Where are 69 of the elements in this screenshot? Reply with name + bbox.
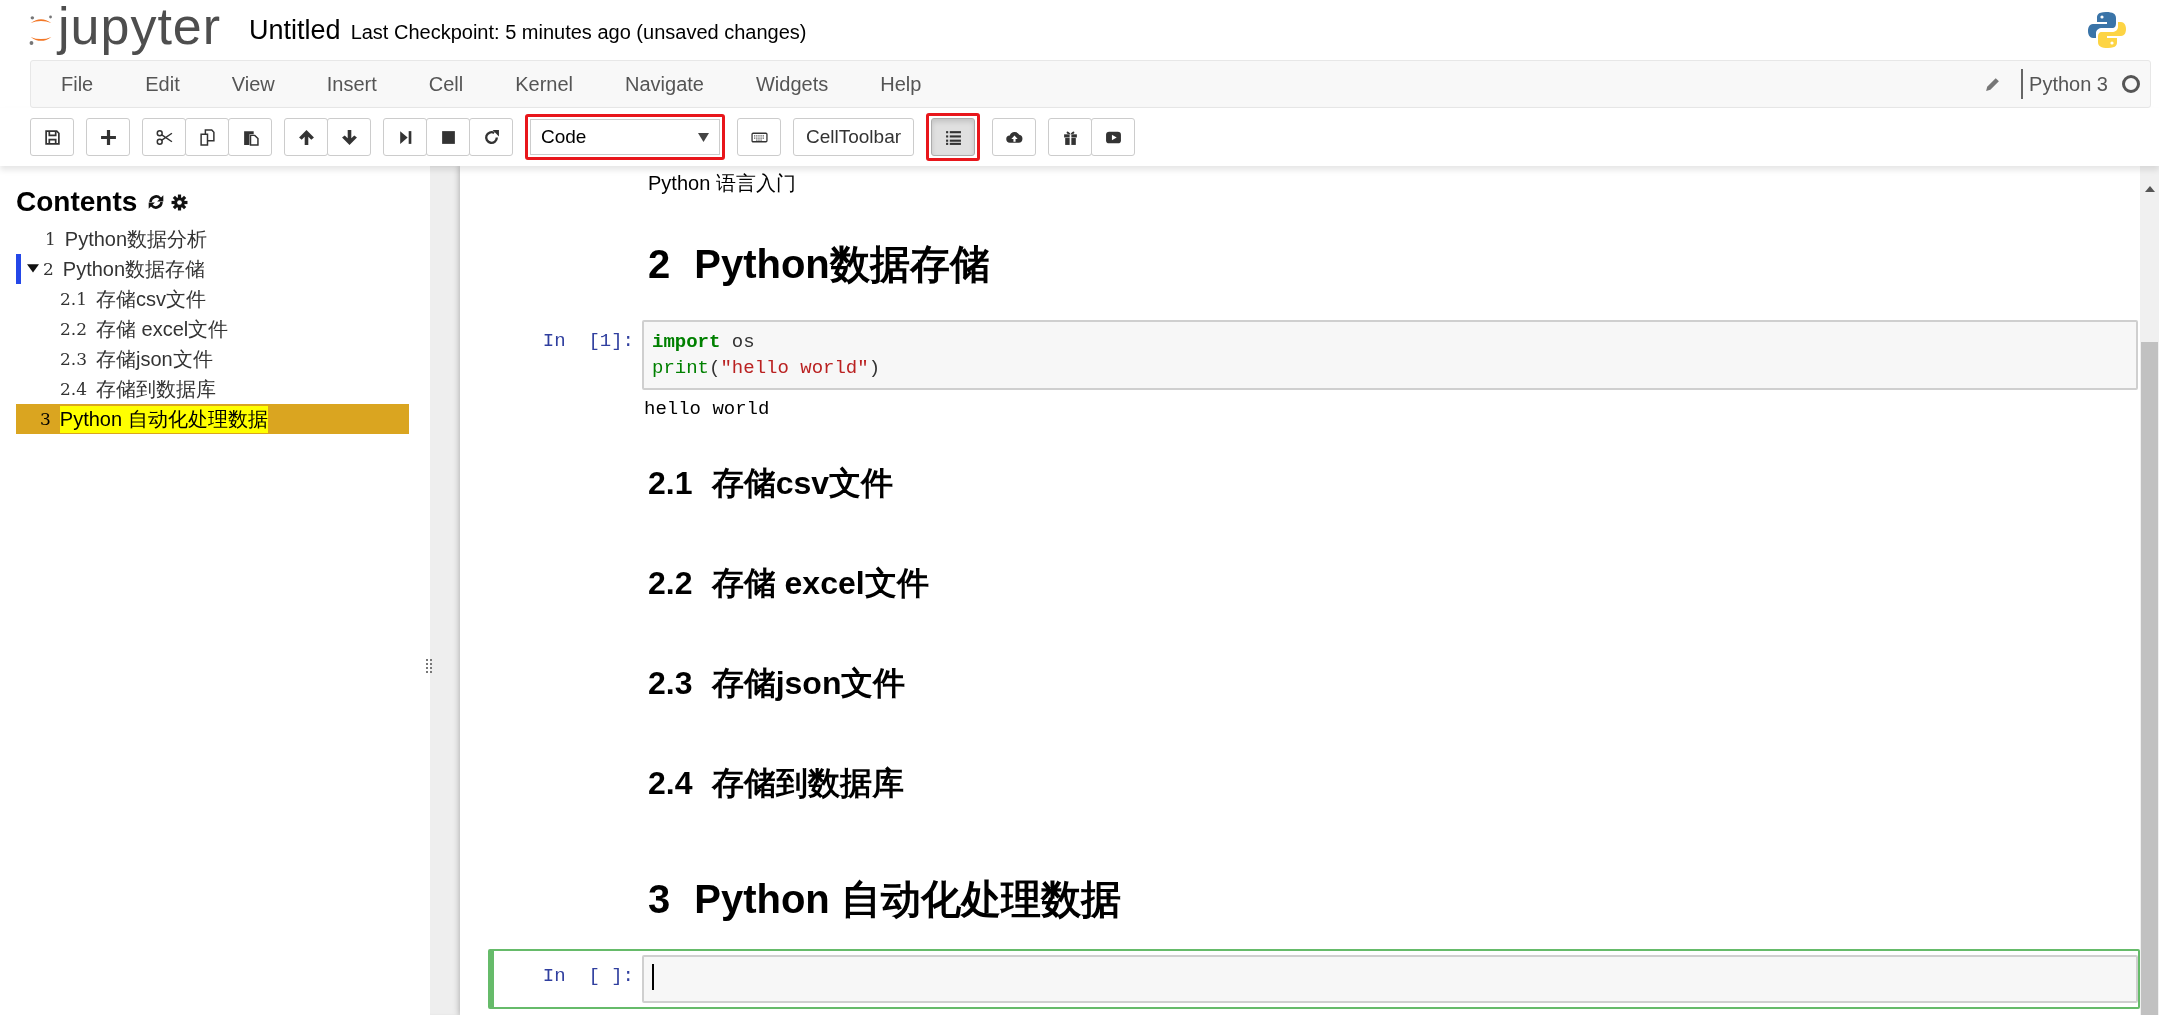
plus-icon	[99, 128, 117, 146]
toc-item[interactable]: 2 Python数据存储	[31, 254, 216, 284]
subsection-heading: 2.4 存储到数据库	[647, 764, 905, 803]
toc-item[interactable]: 3 Python 自动化处理数据	[16, 404, 409, 434]
toc-title: Contents	[16, 186, 138, 218]
toc-item[interactable]: 2.1 存储csv文件	[21, 284, 217, 314]
menu-item[interactable]: Navigate	[599, 61, 730, 107]
upload-button[interactable]	[992, 118, 1037, 156]
celltoolbar-button[interactable]: CellToolbar	[793, 118, 915, 156]
menu-item[interactable]: Kernel	[489, 61, 599, 107]
subsection-heading: 2.3 存储json文件	[647, 664, 907, 703]
cut-button[interactable]	[142, 118, 186, 156]
cell-type-select[interactable]: Code	[530, 119, 720, 155]
menu-item[interactable]: View	[205, 61, 301, 107]
menu-item[interactable]: Help	[854, 61, 948, 107]
down-button[interactable]	[327, 118, 371, 156]
stop-button[interactable]	[426, 118, 470, 156]
input-prompt: In [1]:	[541, 329, 635, 352]
run-button[interactable]	[383, 118, 427, 156]
markdown-text: Python 语言入门	[647, 171, 797, 196]
cell-output: hello world	[644, 398, 770, 420]
keyboard-button[interactable]	[737, 118, 781, 156]
arrow-down-icon	[340, 128, 358, 146]
menu-item[interactable]: Cell	[402, 61, 490, 107]
subsection-heading: 2.2 存储 excel文件	[647, 564, 930, 603]
subsection-heading: 2.1 存储csv文件	[647, 464, 895, 503]
arrow-up-icon	[297, 128, 315, 146]
paste-button[interactable]	[228, 118, 272, 156]
paste-icon	[241, 128, 259, 146]
python-logo-icon	[2087, 10, 2127, 50]
gift-button[interactable]	[1048, 118, 1093, 156]
stop-icon	[439, 128, 457, 146]
toc-item[interactable]: 2.3 存储json文件	[21, 344, 223, 374]
save-button[interactable]	[30, 118, 74, 156]
code-input[interactable]: import os print("hello world")	[642, 320, 2138, 390]
refresh-icon	[482, 128, 500, 146]
play-button[interactable]	[1091, 118, 1136, 156]
code-input[interactable]	[642, 955, 2138, 1003]
selected-code-cell[interactable]: In [ ]:	[488, 949, 2140, 1009]
menu-item[interactable]: Edit	[119, 61, 206, 107]
toc-item[interactable]: 1 Python数据分析	[21, 224, 218, 254]
add-button[interactable]	[86, 118, 130, 156]
section-heading: 3 Python 自动化处理数据	[647, 876, 1122, 923]
scroll-up-arrow-icon[interactable]	[2144, 186, 2155, 192]
dropdown-caret-icon	[698, 132, 709, 142]
menu-item[interactable]: Insert	[300, 61, 403, 107]
notebook-name[interactable]: Untitled	[249, 14, 341, 46]
input-prompt: In [ ]:	[541, 964, 635, 987]
checkpoint-status: Last Checkpoint: 5 minutes ago (unsaved changes)	[350, 20, 807, 44]
kernel-name[interactable]: Python 3	[2029, 72, 2108, 96]
section-heading: 2 Python数据存储	[647, 241, 991, 288]
restart-button[interactable]	[469, 118, 513, 156]
pencil-icon[interactable]	[1984, 75, 2002, 93]
toc-item[interactable]: 2.2 存储 excel文件	[21, 314, 239, 344]
copy-icon	[198, 128, 216, 146]
copy-button[interactable]	[185, 118, 229, 156]
gift-icon	[1061, 128, 1079, 146]
jupyter-logo-icon	[28, 14, 54, 46]
settings-icon[interactable]	[171, 193, 189, 211]
menu-item[interactable]: File	[35, 61, 120, 107]
scissors-icon	[155, 128, 173, 146]
refresh-icon[interactable]	[147, 193, 166, 211]
up-button[interactable]	[284, 118, 328, 156]
scrollbar[interactable]	[2140, 166, 2159, 1015]
resize-grip-icon[interactable]	[426, 658, 432, 673]
toc-item[interactable]: 2.4 存储到数据库	[21, 374, 227, 404]
menu-item[interactable]: Widgets	[729, 61, 855, 107]
list-icon	[944, 128, 962, 146]
expand-caret-icon[interactable]	[27, 264, 39, 274]
